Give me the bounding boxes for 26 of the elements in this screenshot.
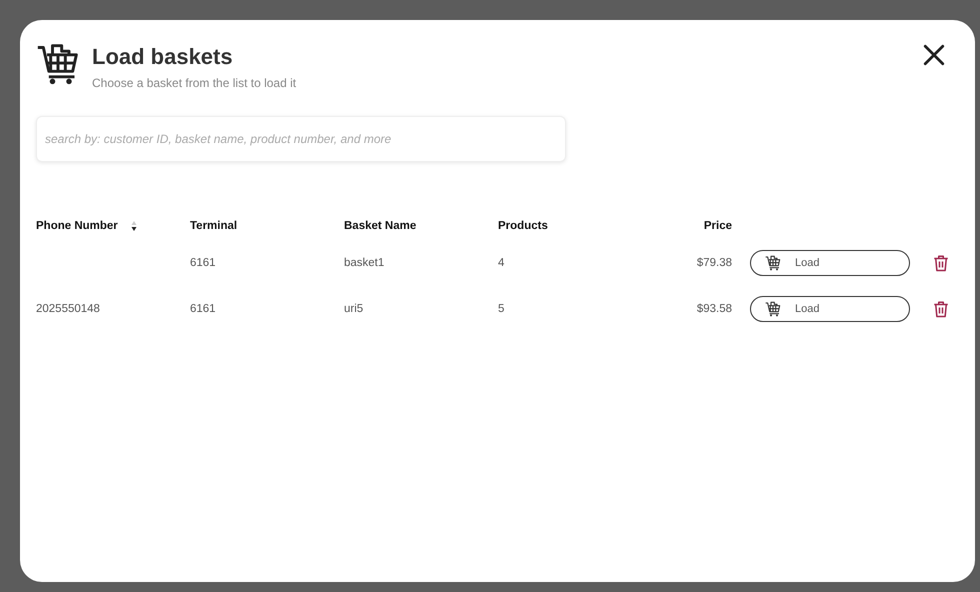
delete-button[interactable] bbox=[932, 253, 950, 273]
column-header[interactable]: Products bbox=[498, 220, 548, 232]
column-header[interactable]: Basket Name bbox=[344, 220, 416, 232]
cart-icon bbox=[36, 42, 80, 86]
table-cell: $79.38 bbox=[696, 257, 732, 269]
load-button[interactable]: Load bbox=[750, 296, 910, 322]
search-field[interactable]: search by: customer ID, basket name, product number, and more bbox=[36, 116, 566, 162]
table-cell: 6161 bbox=[190, 257, 216, 269]
trash-icon bbox=[932, 299, 950, 319]
table-cell: 4 bbox=[498, 257, 504, 269]
dialog-subtitle: Choose a basket from the list to load it bbox=[92, 76, 298, 90]
cart-icon bbox=[765, 301, 781, 317]
dialog-title: Load baskets bbox=[92, 44, 234, 70]
table-cell: 5 bbox=[498, 303, 504, 315]
cart-icon bbox=[765, 255, 781, 271]
table-cell: uri5 bbox=[344, 303, 364, 315]
load-button[interactable]: Load bbox=[750, 250, 910, 276]
trash-icon bbox=[932, 253, 950, 273]
column-header[interactable]: Terminal bbox=[190, 220, 238, 232]
column-header[interactable]: Price bbox=[704, 220, 732, 232]
table-cell: 6161 bbox=[190, 303, 216, 315]
table-cell: $93.58 bbox=[696, 303, 732, 315]
column-header[interactable]: Phone Number bbox=[36, 220, 118, 232]
table-cell: basket1 bbox=[344, 257, 384, 269]
delete-button[interactable] bbox=[932, 299, 950, 319]
table-cell: 2025550148 bbox=[36, 303, 100, 315]
